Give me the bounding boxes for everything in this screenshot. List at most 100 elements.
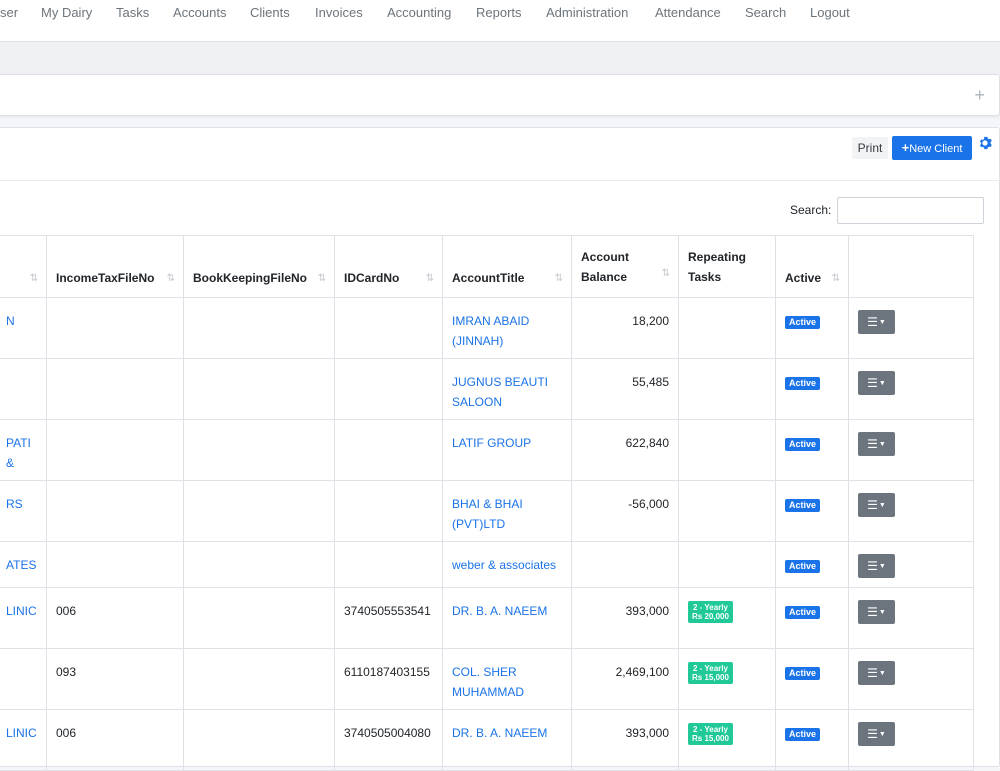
nav-tasks[interactable]: Tasks — [116, 5, 149, 20]
nav-logout[interactable]: Logout — [810, 5, 850, 20]
account-title-link[interactable]: BHAI & BHAI (PVT)LTD — [442, 480, 572, 542]
search-input[interactable] — [837, 197, 984, 224]
caret-down-icon: ▼ — [878, 441, 886, 448]
caret-down-icon: ▼ — [878, 502, 886, 509]
status-badge: Active — [785, 377, 821, 390]
client-name[interactable]: RS — [0, 480, 47, 542]
client-name[interactable]: LINIC — [0, 587, 47, 649]
account-balance: -56,000 — [571, 480, 679, 542]
row-actions-button[interactable]: ☰▼ — [858, 493, 895, 517]
row-actions-button[interactable]: ☰▼ — [858, 310, 895, 334]
repeating-task-badge[interactable]: 2 - Yearly Rs 20,000 — [688, 601, 733, 623]
income-tax-file-no — [46, 541, 184, 588]
repeating-tasks-cell — [678, 541, 776, 588]
caret-down-icon: ▼ — [878, 609, 886, 616]
clients-table: ⇅ IncomeTaxFileNo ⇅ BookKeepingFileNo ⇅ ID… — [0, 235, 974, 771]
top-navbar: ser My Dairy Tasks Accounts Clients Invo… — [0, 0, 1000, 42]
content-header-band — [0, 42, 1000, 74]
id-card-no — [334, 480, 443, 542]
bookkeeping-file-no — [183, 648, 335, 710]
new-client-button[interactable]: +New Client — [892, 136, 972, 160]
nav-accounting[interactable]: Accounting — [387, 5, 451, 20]
client-name[interactable]: ATES — [0, 541, 47, 588]
account-balance: 18,200 — [571, 297, 679, 359]
row-actions-button[interactable]: ☰▼ — [858, 554, 895, 578]
account-balance: 55,485 — [571, 358, 679, 420]
row-actions-button[interactable]: ☰▼ — [858, 371, 895, 395]
repeating-tasks-cell — [678, 297, 776, 359]
nav-reports[interactable]: Reports — [476, 5, 522, 20]
row-actions-button[interactable]: ☰▼ — [858, 661, 895, 685]
actions-cell: ☰▼ — [848, 648, 974, 710]
gear-icon[interactable] — [978, 136, 994, 152]
account-title-link[interactable]: DR. B. A. NAEEM — [442, 587, 572, 649]
account-title-link[interactable]: JUGNUS BEAUTI SALOON — [442, 358, 572, 420]
nav-accounts[interactable]: Accounts — [173, 5, 226, 20]
sort-icon: ⇅ — [29, 273, 38, 284]
client-name[interactable]: PATI & — [0, 419, 47, 481]
column-header-name[interactable]: ⇅ — [0, 235, 47, 298]
table-row: LINIC 006 3740505553541 DR. B. A. NAEEM … — [0, 587, 974, 649]
client-name[interactable]: LINIC — [0, 709, 47, 771]
bookkeeping-file-no — [183, 587, 335, 649]
active-cell: Active — [775, 648, 849, 710]
actions-cell: ☰▼ — [848, 358, 974, 420]
nav-administration[interactable]: Administration — [546, 5, 628, 20]
column-header-id-card[interactable]: IDCardNo ⇅ — [334, 235, 443, 298]
nav-invoices[interactable]: Invoices — [315, 5, 363, 20]
repeating-task-badge[interactable]: 2 - Yearly Rs 15,000 — [688, 723, 733, 745]
nav-user[interactable]: ser — [0, 5, 18, 20]
bookkeeping-file-no — [183, 419, 335, 481]
active-cell: Active — [775, 541, 849, 588]
sort-icon: ⇅ — [831, 273, 840, 284]
actions-cell: ☰▼ — [848, 480, 974, 542]
repeating-task-badge[interactable]: 2 - Yearly Rs 15,000 — [688, 662, 733, 684]
column-header-account-title[interactable]: AccountTitle ⇅ — [442, 235, 572, 298]
account-title-link[interactable]: COL. SHER MUHAMMAD — [442, 648, 572, 710]
new-client-label: New Client — [909, 143, 963, 155]
id-card-no — [334, 358, 443, 420]
income-tax-file-no — [46, 419, 184, 481]
menu-icon: ☰ — [867, 376, 878, 390]
menu-icon: ☰ — [867, 727, 878, 741]
row-actions-button[interactable]: ☰▼ — [858, 432, 895, 456]
column-header-active[interactable]: Active ⇅ — [775, 235, 849, 298]
print-button[interactable]: Print — [852, 137, 888, 159]
status-badge: Active — [785, 606, 821, 619]
filter-card: + — [0, 74, 1000, 116]
column-header-bookkeeping[interactable]: BookKeepingFileNo ⇅ — [183, 235, 335, 298]
nav-attendance[interactable]: Attendance — [655, 5, 721, 20]
menu-icon: ☰ — [867, 437, 878, 451]
account-title-link[interactable]: LATIF GROUP — [442, 419, 572, 481]
repeating-tasks-cell: 2 - Yearly Rs 15,000 — [678, 709, 776, 771]
id-card-no: 3740505553541 — [334, 587, 443, 649]
id-card-no — [334, 297, 443, 359]
column-header-repeating-tasks[interactable]: Repeating Tasks — [678, 235, 776, 298]
menu-icon: ☰ — [867, 559, 878, 573]
nav-clients[interactable]: Clients — [250, 5, 290, 20]
actions-cell: ☰▼ — [848, 709, 974, 771]
account-title-link[interactable]: IMRAN ABAID (JINNAH) — [442, 297, 572, 359]
account-balance: 2,469,100 — [571, 648, 679, 710]
bookkeeping-file-no — [183, 541, 335, 588]
row-actions-button[interactable]: ☰▼ — [858, 600, 895, 624]
client-name[interactable] — [0, 648, 47, 710]
account-title-link[interactable]: weber & associates — [442, 541, 572, 588]
card-header: Print +New Client — [0, 128, 1000, 181]
menu-icon: ☰ — [867, 498, 878, 512]
active-cell: Active — [775, 480, 849, 542]
client-name[interactable]: N — [0, 297, 47, 359]
nav-search[interactable]: Search — [745, 5, 786, 20]
table-row: JUGNUS BEAUTI SALOON 55,485 Active ☰▼ — [0, 358, 974, 420]
bookkeeping-file-no — [183, 358, 335, 420]
menu-icon: ☰ — [867, 666, 878, 680]
nav-my-dairy[interactable]: My Dairy — [41, 5, 92, 20]
column-header-account-balance[interactable]: Account Balance ⇅ — [571, 235, 679, 298]
income-tax-file-no — [46, 480, 184, 542]
client-name[interactable] — [0, 358, 47, 420]
row-actions-button[interactable]: ☰▼ — [858, 722, 895, 746]
column-header-actions — [848, 235, 974, 298]
account-title-link[interactable]: DR. B. A. NAEEM — [442, 709, 572, 771]
plus-icon[interactable]: + — [974, 85, 985, 106]
column-header-income-tax[interactable]: IncomeTaxFileNo ⇅ — [46, 235, 184, 298]
